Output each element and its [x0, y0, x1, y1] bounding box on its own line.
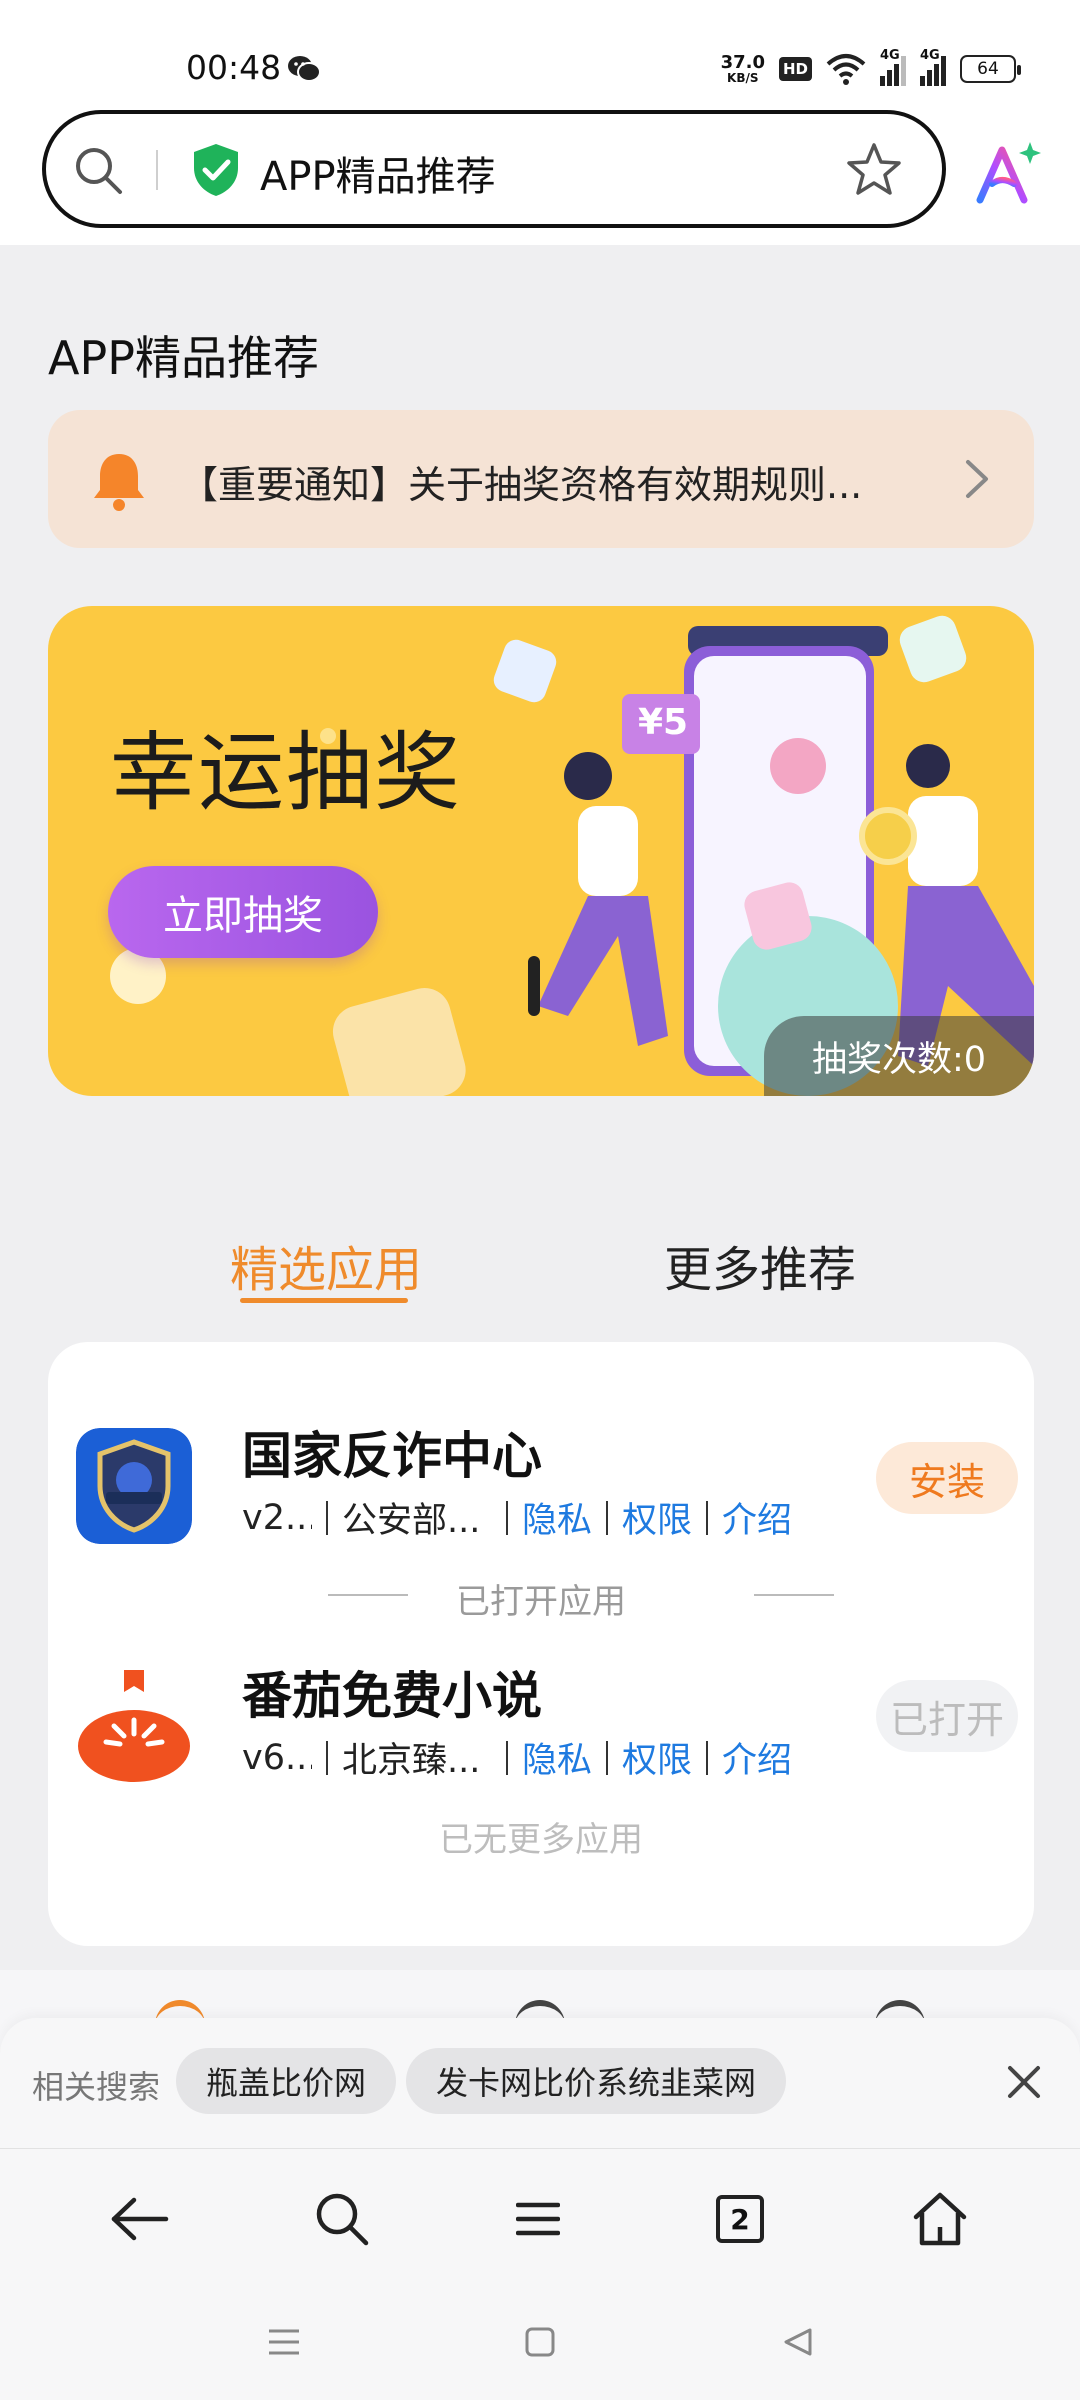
system-back-button[interactable] — [768, 2312, 828, 2372]
app-version: v2... — [242, 1497, 312, 1538]
chevron-right-icon[interactable] — [956, 456, 996, 502]
page-title: APP精品推荐 — [48, 331, 319, 385]
status-bar: 00:48 37.0 KB/S HD 4G 4G 64 — [0, 0, 1080, 100]
app-name: 番茄免费小说 — [242, 1667, 542, 1725]
lottery-banner[interactable]: ¥5 幸运抽奖 立即抽奖 抽奖次数:0 — [48, 606, 1034, 1096]
back-button[interactable] — [100, 2179, 180, 2259]
search-button[interactable] — [302, 2179, 382, 2259]
bell-icon — [94, 454, 144, 511]
close-icon[interactable] — [1002, 2060, 1046, 2104]
square-home-icon — [525, 2327, 555, 2357]
yuan-tag: ¥5 — [638, 702, 689, 743]
app-developer: 北京臻... — [342, 1741, 481, 1781]
related-search-chip[interactable]: 瓶盖比价网 — [176, 2048, 397, 2114]
tab-featured-apps[interactable]: 精选应用 — [230, 1230, 423, 1303]
tabs-count-icon: 2 — [716, 2195, 764, 2243]
security-shield-icon[interactable] — [190, 142, 242, 198]
address-area: APP精品推荐 — [0, 100, 1080, 245]
network-speed: 37.0 KB/S — [720, 52, 765, 85]
menu-icon — [516, 2202, 560, 2236]
network-speed-value: 37.0 — [720, 52, 765, 73]
permissions-link[interactable]: 权限 — [622, 1492, 692, 1543]
tab-featured-apps-label: 精选应用 — [230, 1242, 423, 1298]
wifi-icon — [826, 54, 866, 85]
anti-fraud-app-icon[interactable] — [76, 1428, 192, 1544]
search-icon — [316, 2193, 369, 2246]
tomato-novel-app-icon[interactable] — [76, 1668, 192, 1784]
status-time: 00:48 — [186, 48, 282, 87]
signal-2-label: 4G — [920, 48, 940, 63]
meta-separator — [706, 1500, 709, 1535]
notice-bar[interactable]: 【重要通知】关于抽奖资格有效期规则... — [48, 410, 1034, 548]
triangle-back-icon — [784, 2328, 812, 2356]
permissions-link[interactable]: 权限 — [622, 1732, 692, 1783]
system-navigation-bar — [0, 2288, 1080, 2400]
draw-count: 抽奖次数:0 — [764, 1016, 1034, 1096]
opened-apps-divider: 已打开应用 — [48, 1570, 1034, 1622]
privacy-link[interactable]: 隐私 — [522, 1732, 592, 1783]
opened-button[interactable]: 已打开 — [876, 1680, 1018, 1752]
search-icon[interactable] — [70, 142, 126, 198]
home-icon — [913, 2192, 967, 2246]
recent-apps-icon — [269, 2329, 299, 2355]
tab-more-recommendations-label: 更多推荐 — [664, 1242, 857, 1298]
browser-toolbar: 2 — [0, 2148, 1080, 2288]
status-icons: 37.0 KB/S HD 4G 4G 64 — [720, 48, 1021, 88]
no-more-apps-label: 已无更多应用 — [439, 1820, 643, 1860]
back-arrow-icon — [111, 2197, 169, 2241]
related-search-chip[interactable]: 发卡网比价系统韭菜网 — [406, 2048, 787, 2114]
signal-icon-1: 4G — [880, 48, 906, 86]
notice-text[interactable]: 【重要通知】关于抽奖资格有效期规则... — [180, 454, 940, 509]
tabs-button[interactable]: 2 — [700, 2179, 780, 2259]
draw-now-button[interactable]: 立即抽奖 — [108, 866, 378, 958]
bookmark-star-icon[interactable] — [844, 140, 904, 200]
app-meta: v2... 公安部... 隐私 权限 介绍 — [242, 1492, 792, 1543]
opened-apps-label: 已打开应用 — [456, 1582, 626, 1622]
app-name: 国家反诈中心 — [242, 1427, 542, 1485]
tab-more-recommendations[interactable]: 更多推荐 — [664, 1230, 856, 1300]
meta-separator — [506, 1740, 508, 1775]
hd-voice-icon: HD — [778, 57, 812, 81]
url-divider — [156, 150, 158, 190]
tab-underline — [240, 1298, 408, 1303]
app-version: v6... — [242, 1737, 312, 1778]
meta-separator — [706, 1740, 709, 1775]
signal-icon-2: 4G — [920, 48, 946, 86]
system-home-button[interactable] — [510, 2312, 570, 2372]
meta-separator — [326, 1740, 328, 1775]
signal-1-label: 4G — [880, 48, 900, 63]
install-button[interactable]: 安装 — [876, 1442, 1018, 1514]
banner-title: 幸运抽奖 — [110, 723, 462, 823]
meta-separator — [606, 1500, 609, 1535]
meta-separator — [326, 1500, 328, 1535]
home-button[interactable] — [900, 2179, 980, 2259]
meta-separator — [606, 1740, 609, 1775]
battery-icon: 64 — [960, 55, 1021, 83]
app-developer: 公安部... — [342, 1501, 481, 1541]
app-meta: v6... 北京臻... 隐私 权限 介绍 — [242, 1732, 792, 1783]
recent-apps-button[interactable] — [254, 2312, 314, 2372]
network-speed-unit: KB/S — [727, 71, 759, 85]
meta-separator — [506, 1500, 508, 1535]
privacy-link[interactable]: 隐私 — [522, 1492, 592, 1543]
intro-link[interactable]: 介绍 — [722, 1732, 792, 1783]
related-searches-bar: 相关搜索 瓶盖比价网 发卡网比价系统韭菜网 — [0, 2018, 1080, 2148]
battery-level: 64 — [977, 59, 999, 79]
app-list-card: 国家反诈中心 v2... 公安部... 隐私 权限 介绍 安装 已打开应用 番茄… — [48, 1342, 1034, 1946]
related-searches-label: 相关搜索 — [32, 2068, 161, 2106]
intro-link[interactable]: 介绍 — [722, 1492, 792, 1543]
url-bar[interactable]: APP精品推荐 — [42, 110, 946, 228]
ai-assistant-icon[interactable] — [972, 138, 1044, 210]
wechat-icon — [288, 56, 321, 82]
menu-button[interactable] — [498, 2179, 578, 2259]
url-title[interactable]: APP精品推荐 — [260, 144, 496, 202]
